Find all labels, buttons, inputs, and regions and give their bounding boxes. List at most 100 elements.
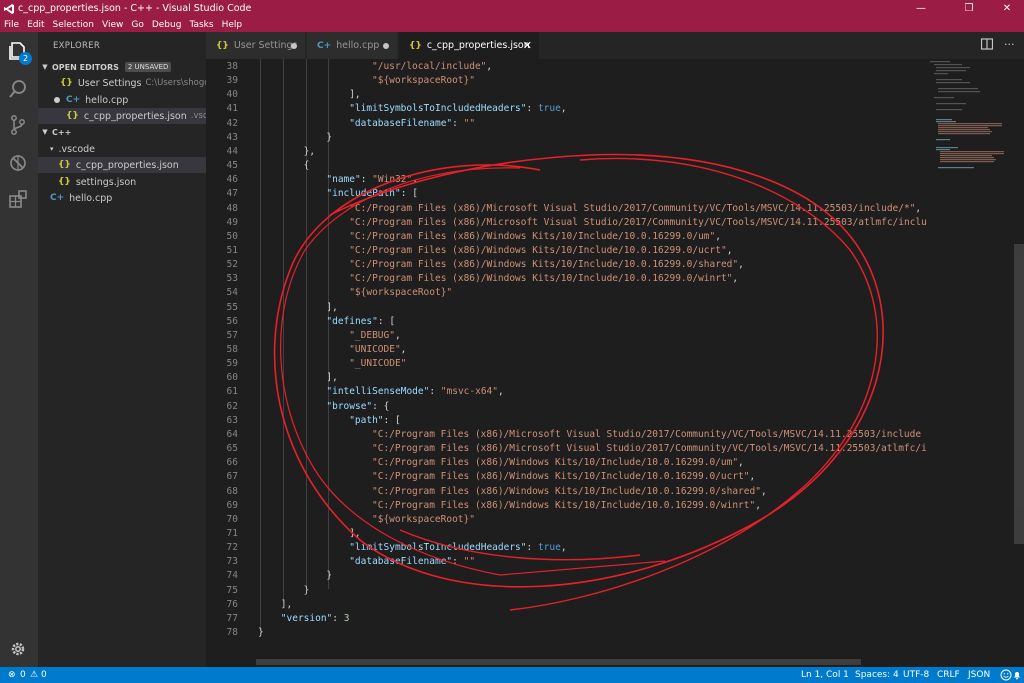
code-token: , [412,174,418,186]
search-icon[interactable] [7,78,29,100]
tree-item-hello-cpp[interactable]: C+ hello.cpp [38,190,206,206]
code-line[interactable]: "browse": { [326,401,389,412]
open-editor-item-c-cpp-properties[interactable]: {} c_cpp_properties.json .vscode [38,108,206,124]
unsaved-dot-icon[interactable] [291,43,297,49]
more-actions-icon[interactable]: ··· [1004,38,1015,51]
menu-debug[interactable]: Debug [152,20,182,30]
close-icon[interactable]: ✕ [523,39,532,52]
code-line[interactable]: ], [349,89,360,100]
json-file-icon: {} [409,40,422,51]
code-line[interactable]: "C:/Program Files (x86)/Windows Kits/10/… [349,231,721,242]
menu-view[interactable]: View [102,20,123,30]
code-line[interactable]: { [304,160,310,171]
code-line[interactable]: "includePath": [ [326,188,418,199]
code-line[interactable]: } [304,585,310,596]
warning-count[interactable]: 0 [41,670,47,680]
warning-icon[interactable]: ⚠ [30,670,38,680]
code-line[interactable]: } [258,627,264,638]
menu-selection[interactable]: Selection [53,20,94,30]
menu-file[interactable]: File [4,20,19,30]
tab-user-settings[interactable]: {} User Settings [206,32,306,59]
horizontal-scrollbar[interactable] [256,659,861,665]
menu-edit[interactable]: Edit [27,20,44,30]
code-line[interactable]: "/usr/local/include", [372,61,492,72]
open-editor-item-user-settings[interactable]: {} User Settings C:\Users\shogo... [38,75,206,91]
code-line[interactable]: ], [281,599,292,610]
bell-icon[interactable] [1012,670,1022,680]
code-line[interactable]: "C:/Program Files (x86)/Windows Kits/10/… [372,457,744,468]
code-line[interactable]: "defines": [ [326,316,395,327]
menu-go[interactable]: Go [131,20,143,30]
extensions-icon[interactable] [7,188,29,210]
line-ending[interactable]: CRLF [937,670,960,680]
code-line[interactable]: "C:/Program Files (x86)/Windows Kits/10/… [349,245,732,256]
code-line[interactable]: "databaseFilename": "" [349,118,475,129]
chevron-down-icon: ▼ [42,63,48,71]
code-line[interactable]: "C:/Program Files (x86)/Windows Kits/10/… [372,500,761,511]
code-line[interactable]: "C:/Program Files (x86)/Windows Kits/10/… [372,486,767,497]
code-line[interactable]: "C:/Program Files (x86)/Microsoft Visual… [372,443,927,454]
menu-help[interactable]: Help [222,20,243,30]
encoding[interactable]: UTF-8 [903,670,929,680]
unsaved-dot-icon [54,97,60,103]
code-line[interactable]: "C:/Program Files (x86)/Microsoft Visual… [349,217,927,228]
error-icon[interactable]: ⊗ [8,670,16,680]
code-line[interactable]: } [326,132,332,143]
gear-icon[interactable] [7,638,29,660]
code-line[interactable]: "C:/Program Files (x86)/Microsoft Visual… [372,429,921,440]
code-line[interactable]: "_UNICODE" [349,358,406,369]
code-line[interactable]: "${workspaceRoot}" [349,287,452,298]
code-line[interactable]: "limitSymbolsToIncludedHeaders": true, [349,542,566,553]
code-line[interactable]: }, [304,146,315,157]
code-line[interactable]: "${workspaceRoot}" [372,514,475,525]
code-token: "C:/Program Files (x86)/Windows Kits/10/… [372,457,739,469]
code-line[interactable]: ], [326,302,337,313]
code-token: "${workspaceRoot}" [372,513,475,525]
code-line[interactable]: "_DEBUG", [349,330,401,341]
cursor-position[interactable]: Ln 1, Col 1 [801,670,849,680]
code-line[interactable]: "version": 3 [281,613,350,624]
code-line[interactable]: "C:/Program Files (x86)/Windows Kits/10/… [372,471,755,482]
open-editors-header[interactable]: ▼ OPEN EDITORS 2 UNSAVED [38,60,206,74]
open-editor-item-hello-cpp[interactable]: C+ hello.cpp [38,92,206,108]
restore-button[interactable]: ❐ [954,0,984,17]
indentation[interactable]: Spaces: 4 [855,670,899,680]
tree-folder-vscode[interactable]: ▾ .vscode [38,141,206,157]
menu-tasks[interactable]: Tasks [189,20,213,30]
split-editor-icon[interactable] [981,38,993,50]
code-line[interactable]: ], [326,372,337,383]
line-number: 43 [226,131,238,143]
code-line[interactable]: "databaseFilename": "" [349,556,475,567]
code-line[interactable]: } [326,570,332,581]
minimap[interactable] [926,59,1014,179]
source-control-icon[interactable] [7,114,29,136]
unsaved-dot-icon[interactable] [383,43,389,49]
code-editor[interactable]: 38 39 40 41 42 43 44 45 46 47 48 49 50 51 52 53 54 55 56 57… [206,59,1024,667]
code-line[interactable]: "${workspaceRoot}" [372,75,475,86]
code-line[interactable]: ], [349,528,360,539]
code-line[interactable]: "UNICODE", [349,344,406,355]
close-window-button[interactable]: ✕ [992,0,1022,17]
workspace-header[interactable]: ▼ C++ [38,125,206,139]
code-line[interactable]: "path": [ [349,415,401,426]
error-count[interactable]: 0 [20,670,26,680]
code-line[interactable]: "C:/Program Files (x86)/Windows Kits/10/… [349,273,738,284]
tree-item-settings-json[interactable]: {} settings.json [38,174,206,190]
code-line[interactable]: "name": "Win32", [326,174,418,185]
code-line[interactable]: "C:/Program Files (x86)/Microsoft Visual… [349,203,921,214]
tree-item-c-cpp-properties[interactable]: {} c_cpp_properties.json [38,157,206,173]
code-token: "includePath" [326,188,401,200]
code-line[interactable]: "limitSymbolsToIncludedHeaders": true, [349,103,566,114]
minimize-button[interactable]: — [906,0,936,17]
tree-item-label: hello.cpp [69,192,113,204]
line-number: 76 [226,598,238,610]
code-line[interactable]: "C:/Program Files (x86)/Windows Kits/10/… [349,259,744,270]
debug-icon[interactable] [7,152,29,174]
tab-c-cpp-properties[interactable]: {} c_cpp_properties.json ✕ [399,32,540,59]
language-mode[interactable]: JSON [968,670,990,680]
smiley-feedback-icon[interactable] [1000,669,1012,681]
code-token: , [915,202,922,214]
code-line[interactable]: "intelliSenseMode": "msvc-x64", [326,386,503,397]
tab-hello-cpp[interactable]: C+ hello.cpp [307,32,398,59]
vertical-scrollbar[interactable] [1014,244,1024,544]
